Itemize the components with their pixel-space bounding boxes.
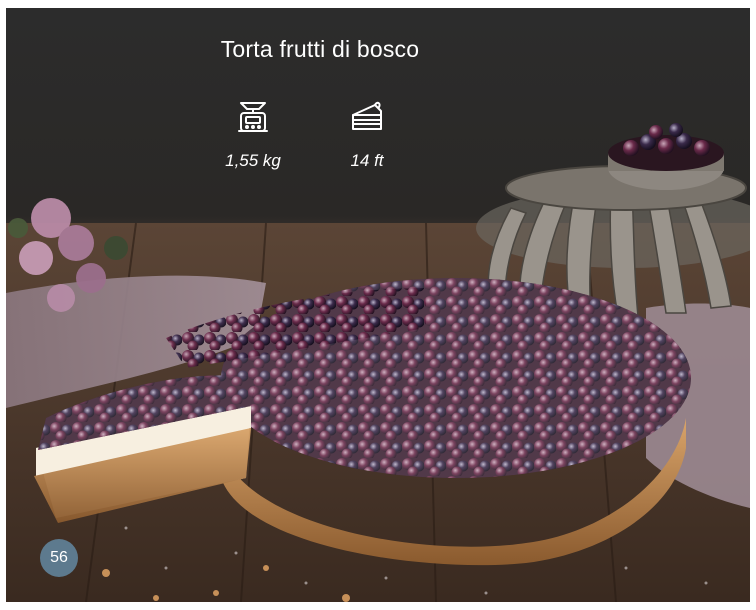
weight-spec: 1,55 kg [208,97,298,171]
portions-value: 14 ft [350,151,384,170]
weight-value: 1,55 kg [225,151,281,170]
page-number-badge: 56 [40,539,78,577]
catalog-page: Torta frutti di bosco 1,55 kg 14 ft 56 [0,0,756,610]
kitchen-scale-icon [238,102,268,132]
portions-spec: 14 ft [322,97,412,171]
product-title: Torta frutti di bosco [220,36,420,62]
cake-slice-icon [352,101,382,130]
